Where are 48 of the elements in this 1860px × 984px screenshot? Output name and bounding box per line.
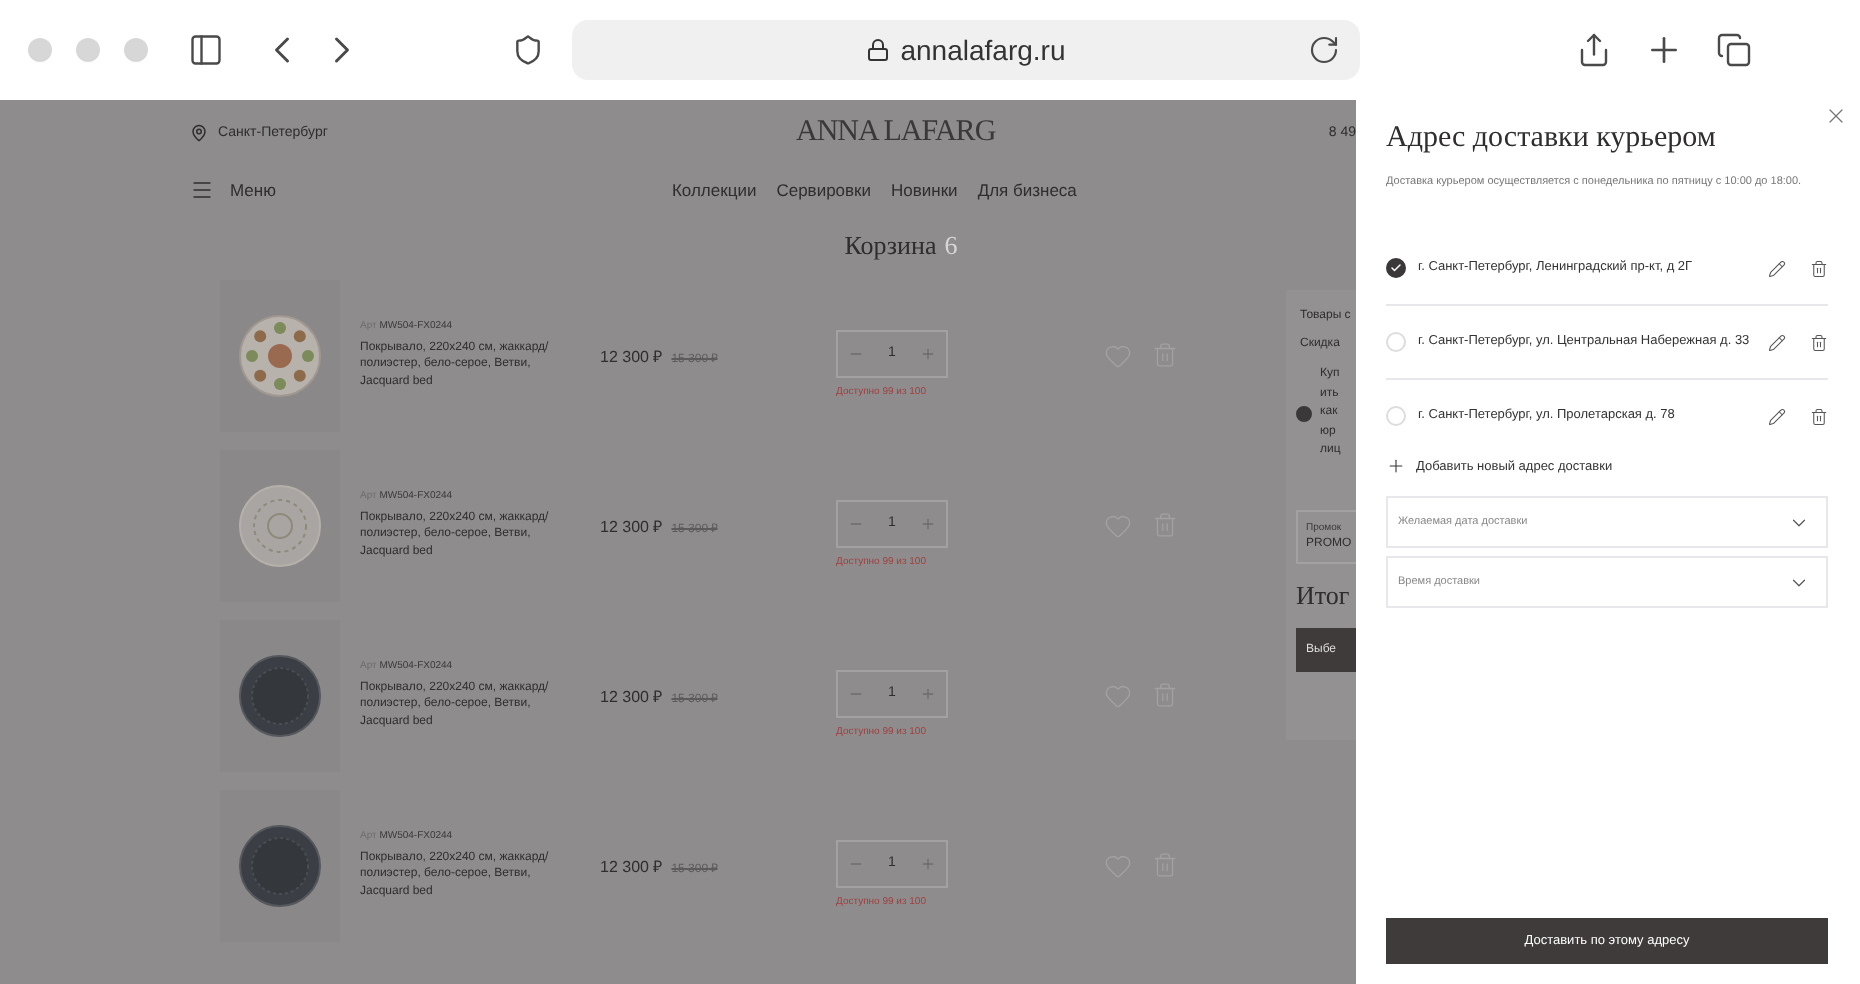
plus-icon[interactable] [920, 515, 936, 531]
check-icon [1390, 262, 1402, 275]
product-image-card[interactable] [220, 789, 340, 941]
nav-link[interactable]: Сервировки [776, 180, 872, 200]
price: 12 300 ₽ [600, 856, 664, 876]
menu-link[interactable]: Меню [230, 180, 276, 200]
plus-icon[interactable] [920, 685, 936, 701]
window-minimize-dot[interactable] [76, 38, 100, 62]
trash-icon[interactable] [1810, 259, 1828, 278]
trash-icon[interactable] [1810, 333, 1828, 352]
product-image-card[interactable] [220, 619, 340, 771]
share-icon[interactable] [1576, 32, 1612, 68]
sidebar-icon[interactable] [188, 32, 224, 68]
address-radio[interactable] [1386, 258, 1406, 279]
plate-image [234, 309, 326, 401]
product-image-card[interactable] [220, 279, 340, 431]
total-label: Итог [1296, 579, 1352, 612]
trash-icon[interactable] [1810, 407, 1828, 426]
nav-link[interactable]: Коллекции [671, 180, 757, 200]
close-icon[interactable] [1824, 104, 1848, 128]
reload-icon[interactable] [1308, 34, 1340, 66]
product-image-card[interactable] [220, 449, 340, 601]
plate-image [234, 479, 326, 571]
edit-icon[interactable] [1768, 407, 1786, 426]
logo[interactable]: ANNA LAFARG [796, 115, 1000, 149]
price: 12 300 ₽ [600, 686, 664, 706]
nav-link[interactable]: Новинки [891, 180, 958, 200]
price: 12 300 ₽ [600, 346, 664, 366]
edit-icon[interactable] [1768, 333, 1786, 352]
address-bar[interactable]: annalafarg.ru [572, 20, 1360, 80]
drawer-title: Адрес доставки курьером [1386, 122, 1718, 156]
menu-icon[interactable] [190, 178, 214, 202]
lock-icon [866, 38, 891, 62]
price: 12 300 ₽ [600, 516, 664, 536]
plus-icon[interactable] [920, 855, 936, 871]
tabs-icon[interactable] [1716, 32, 1752, 68]
plate-image [234, 819, 326, 911]
plus-icon[interactable] [920, 345, 936, 361]
edit-icon[interactable] [1768, 259, 1786, 278]
shield-icon[interactable] [512, 34, 544, 66]
cart-title: Корзина 6 [844, 230, 958, 260]
window-close-dot[interactable] [28, 38, 52, 62]
plus-icon [1386, 456, 1406, 477]
location-icon [190, 123, 208, 141]
plate-image [234, 649, 326, 741]
nav-link[interactable]: Для бизнеса [977, 180, 1077, 200]
option-radio[interactable] [1296, 405, 1312, 422]
window-zoom-dot[interactable] [124, 38, 148, 62]
